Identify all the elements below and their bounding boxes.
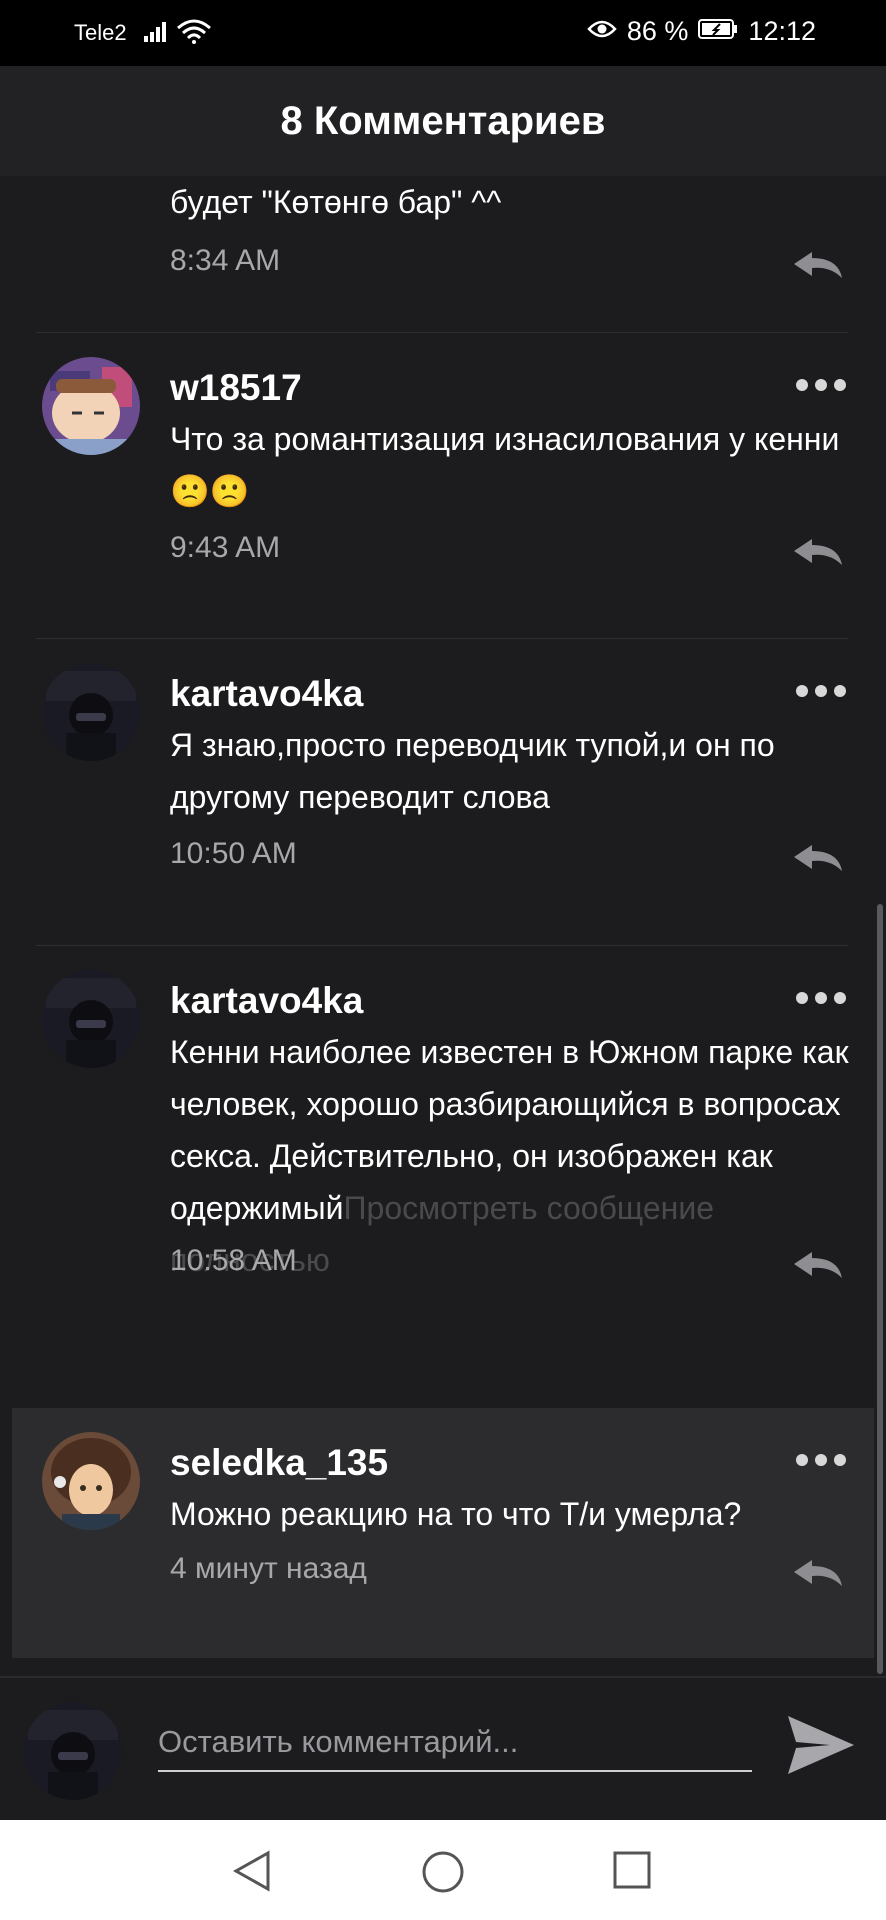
comment-input[interactable]: [158, 1714, 752, 1772]
battery-icon: [698, 16, 738, 47]
wifi-icon: [176, 18, 212, 49]
comment-item: w18517 Что за романтизация изнасилования…: [0, 333, 886, 638]
comment-time: 8:34 AM: [170, 244, 281, 277]
avatar[interactable]: [42, 1432, 140, 1530]
more-dots-icon[interactable]: [796, 379, 846, 391]
comments-list[interactable]: будет "Көтөнгө бар" ^^ 8:34 AM w18517 Чт…: [0, 176, 886, 1676]
recents-square-icon[interactable]: [612, 1850, 652, 1895]
reply-icon[interactable]: [792, 1250, 844, 1285]
eye-comfort-icon: [587, 16, 617, 47]
carrier-label: Tele2: [74, 20, 127, 45]
battery-percent: 86 %: [626, 16, 689, 46]
comment-item: kartavo4ka Я знаю,просто переводчик тупо…: [0, 639, 886, 945]
signal-icon: [144, 20, 170, 47]
reply-icon[interactable]: [792, 843, 844, 878]
more-dots-icon[interactable]: [796, 685, 846, 697]
comment-item: kartavo4ka Кенни наиболее известен в Южн…: [0, 946, 886, 1350]
reply-icon[interactable]: [792, 1558, 844, 1593]
page-title: 8 Комментариев: [280, 98, 606, 143]
comment-text-wrap: Что за романтизация изнасилования у кенн…: [170, 413, 850, 517]
comment-time: 9:43 AM: [170, 531, 281, 564]
send-icon[interactable]: [786, 1712, 856, 1783]
comment-text: Можно реакцию на то что Т/и умерла?: [170, 1496, 742, 1532]
comment-author[interactable]: kartavo4ka: [170, 673, 363, 715]
scrollbar[interactable]: [877, 904, 883, 1674]
more-dots-icon[interactable]: [796, 992, 846, 1004]
reply-icon[interactable]: [792, 537, 844, 572]
home-circle-icon[interactable]: [421, 1850, 465, 1899]
comment-time: 10:50 AM: [170, 837, 297, 870]
avatar[interactable]: [42, 663, 140, 761]
comment-author[interactable]: kartavo4ka: [170, 980, 363, 1022]
system-nav-bar: [0, 1820, 886, 1920]
status-bar: Tele2 86 % 12:12: [0, 0, 886, 66]
comment-item: будет "Көтөнгө бар" ^^ 8:34 AM: [0, 176, 886, 332]
comment-text: будет "Көтөнгө бар" ^^: [170, 184, 502, 220]
back-triangle-icon[interactable]: [232, 1850, 272, 1897]
avatar[interactable]: [42, 357, 140, 455]
reply-icon[interactable]: [792, 250, 844, 285]
clock: 12:12: [748, 16, 816, 46]
sad-face-emoji-icon: 🙁🙁: [170, 473, 250, 509]
more-dots-icon[interactable]: [796, 1454, 846, 1466]
comment-composer: [0, 1676, 886, 1822]
comments-header: 8 Комментариев: [0, 66, 886, 176]
avatar[interactable]: [42, 970, 140, 1068]
comment-author[interactable]: seledka_135: [170, 1442, 388, 1484]
comment-time: 4 минут назад: [170, 1552, 367, 1585]
comment-author[interactable]: w18517: [170, 367, 302, 409]
comment-item-highlighted: seledka_135 Можно реакцию на то что Т/и …: [12, 1408, 874, 1658]
comment-text: Что за романтизация изнасилования у кенн…: [170, 421, 840, 457]
user-avatar: [24, 1702, 122, 1800]
comment-text: Я знаю,просто переводчик тупой,и он по д…: [170, 727, 775, 815]
comment-time: 10:58 AM: [170, 1244, 297, 1277]
